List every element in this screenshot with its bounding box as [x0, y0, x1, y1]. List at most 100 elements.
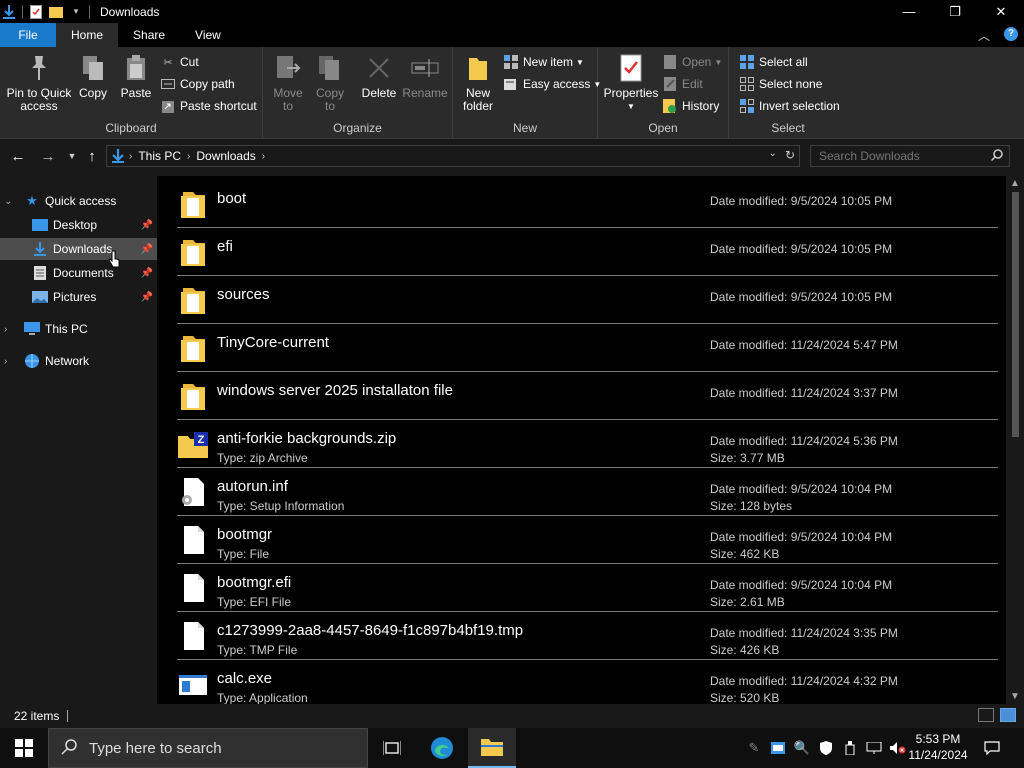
breadcrumb-this-pc[interactable]: This PC: [138, 149, 181, 163]
toolbar-divider: [22, 4, 23, 19]
file-list: boot Date modified: 9/5/2024 10:05 PM efi D…: [157, 176, 1006, 704]
search-tool-icon[interactable]: 🔍: [790, 728, 814, 768]
clock[interactable]: 5:53 PM 11/24/2024: [906, 731, 970, 763]
paste-button[interactable]: Paste: [118, 53, 154, 100]
breadcrumb-downloads[interactable]: Downloads: [196, 149, 255, 163]
maximize-button[interactable]: ❐: [932, 0, 978, 23]
minimize-button[interactable]: —: [886, 0, 932, 23]
file-row[interactable]: bootmgr Type: File Date modified: 9/5/2024…: [177, 516, 998, 564]
file-row[interactable]: windows server 2025 installaton file Date…: [177, 372, 998, 420]
notification-icon: [984, 741, 1000, 755]
task-view-button[interactable]: [368, 728, 416, 768]
file-type: Type: Setup Information: [217, 499, 345, 513]
scroll-up-icon[interactable]: ▲: [1010, 178, 1020, 189]
tab-view[interactable]: View: [180, 23, 236, 47]
nav-network[interactable]: › Network: [0, 350, 157, 372]
delete-button[interactable]: Delete: [361, 53, 397, 100]
file-row[interactable]: Zanti-forkie backgrounds.zip Type: zip Ar…: [177, 420, 998, 468]
app-tray-icon[interactable]: [766, 728, 790, 768]
pen-icon[interactable]: ✎: [742, 728, 766, 768]
copy-path-icon: [160, 76, 176, 92]
network-tray-icon[interactable]: [862, 728, 886, 768]
collapsed-chevron-icon[interactable]: ›: [4, 356, 16, 367]
customize-dropdown-icon[interactable]: ▾: [69, 5, 83, 19]
taskbar-search-box[interactable]: Type here to search: [48, 728, 368, 768]
tab-share[interactable]: Share: [118, 23, 180, 47]
select-all-button[interactable]: Select all: [739, 53, 808, 71]
file-row[interactable]: efi Date modified: 9/5/2024 10:05 PM: [177, 228, 998, 276]
new-folder-icon[interactable]: [49, 5, 63, 19]
folder-icon: [177, 188, 209, 220]
pin-label-2: access: [20, 99, 58, 113]
file-explorer-taskbar-button[interactable]: [468, 728, 516, 768]
scrollbar-thumb[interactable]: [1012, 192, 1019, 437]
security-shield-icon[interactable]: [814, 728, 838, 768]
refresh-icon[interactable]: ↻: [785, 148, 795, 162]
properties-icon[interactable]: [29, 4, 43, 19]
copy-to-button[interactable]: Copy to: [313, 53, 347, 113]
task-view-icon: [383, 741, 401, 755]
nav-downloads[interactable]: Downloads 📌: [0, 238, 157, 260]
file-size: Size: 462 KB: [710, 547, 780, 561]
vertical-scrollbar[interactable]: ▲ ▼: [1006, 176, 1024, 704]
close-button[interactable]: ✕: [978, 0, 1024, 23]
ribbon-tabs: File Home Share View ︿ ?: [0, 23, 1024, 47]
easy-access-button[interactable]: Easy access ▼: [503, 75, 601, 93]
chevron-down-icon[interactable]: ⌄: [769, 148, 777, 162]
edge-button[interactable]: [418, 728, 466, 768]
paste-shortcut-button[interactable]: Paste shortcut: [160, 97, 257, 115]
file-row[interactable]: c1273999-2aa8-4457-8649-f1c897b4bf19.tmp…: [177, 612, 998, 660]
pin-to-quick-access-button[interactable]: Pin to Quick access: [6, 53, 72, 113]
file-row[interactable]: autorun.inf Type: Setup Information Date m…: [177, 468, 998, 516]
back-button[interactable]: ←: [8, 146, 28, 166]
select-none-button[interactable]: Select none: [739, 75, 822, 93]
search-box[interactable]: Search Downloads: [810, 145, 1010, 167]
up-button[interactable]: ↑: [82, 146, 102, 166]
open-file-icon: [662, 54, 678, 70]
rename-button[interactable]: Rename: [402, 53, 448, 100]
help-icon[interactable]: ?: [1004, 27, 1018, 41]
open-button[interactable]: Open ▼: [662, 53, 722, 71]
properties-button[interactable]: Properties ▼: [604, 53, 658, 113]
tab-home[interactable]: Home: [56, 23, 119, 47]
file-row[interactable]: calc.exe Type: Application Date modified: …: [177, 660, 998, 704]
cut-button[interactable]: ✂ Cut: [160, 53, 198, 71]
start-button[interactable]: [0, 728, 48, 768]
collapsed-chevron-icon[interactable]: ›: [4, 324, 16, 335]
edit-label: Edit: [682, 77, 703, 91]
copy-button[interactable]: Copy: [76, 53, 110, 100]
edit-button[interactable]: Edit: [662, 75, 703, 93]
history-icon: [662, 98, 678, 114]
tab-file[interactable]: File: [0, 23, 56, 47]
copy-path-button[interactable]: Copy path: [160, 75, 235, 93]
expanded-chevron-icon[interactable]: ⌄: [4, 196, 16, 207]
forward-button[interactable]: →: [38, 146, 58, 166]
new-item-button[interactable]: New item ▼: [503, 53, 584, 71]
nav-desktop[interactable]: Desktop 📌: [0, 214, 157, 236]
nav-pictures[interactable]: Pictures 📌: [0, 286, 157, 308]
pin-icon: 📌: [140, 219, 153, 231]
new-folder-button[interactable]: New folder: [459, 53, 497, 113]
nav-quick-access[interactable]: ⌄ ★ Quick access: [0, 190, 157, 212]
move-to-button[interactable]: Move to: [271, 53, 305, 113]
scroll-down-icon[interactable]: ▼: [1010, 691, 1020, 702]
folder-icon: [177, 380, 209, 412]
search-placeholder: Search Downloads: [819, 149, 920, 163]
file-row[interactable]: sources Date modified: 9/5/2024 10:05 PM: [177, 276, 998, 324]
properties-label: Properties: [603, 86, 659, 100]
details-view-button[interactable]: [978, 708, 994, 722]
invert-selection-button[interactable]: Invert selection: [739, 97, 840, 115]
file-row[interactable]: TinyCore-current Date modified: 11/24/202…: [177, 324, 998, 372]
file-row[interactable]: bootmgr.efi Type: EFI File Date modified: …: [177, 564, 998, 612]
nav-this-pc[interactable]: › This PC: [0, 318, 157, 340]
usb-drive-icon[interactable]: [838, 728, 862, 768]
nav-documents[interactable]: Documents 📌: [0, 262, 157, 284]
file-row[interactable]: boot Date modified: 9/5/2024 10:05 PM: [177, 180, 998, 228]
collapse-ribbon-icon[interactable]: ︿: [978, 27, 990, 44]
history-button[interactable]: History: [662, 97, 719, 115]
recent-locations-button[interactable]: ▼: [62, 146, 82, 166]
address-bar[interactable]: › This PC › Downloads › ⌄ ↻: [106, 145, 800, 167]
notification-center-button[interactable]: [978, 728, 1006, 768]
chevron-down-icon: ▼: [714, 57, 723, 67]
large-icons-view-button[interactable]: [1000, 708, 1016, 722]
